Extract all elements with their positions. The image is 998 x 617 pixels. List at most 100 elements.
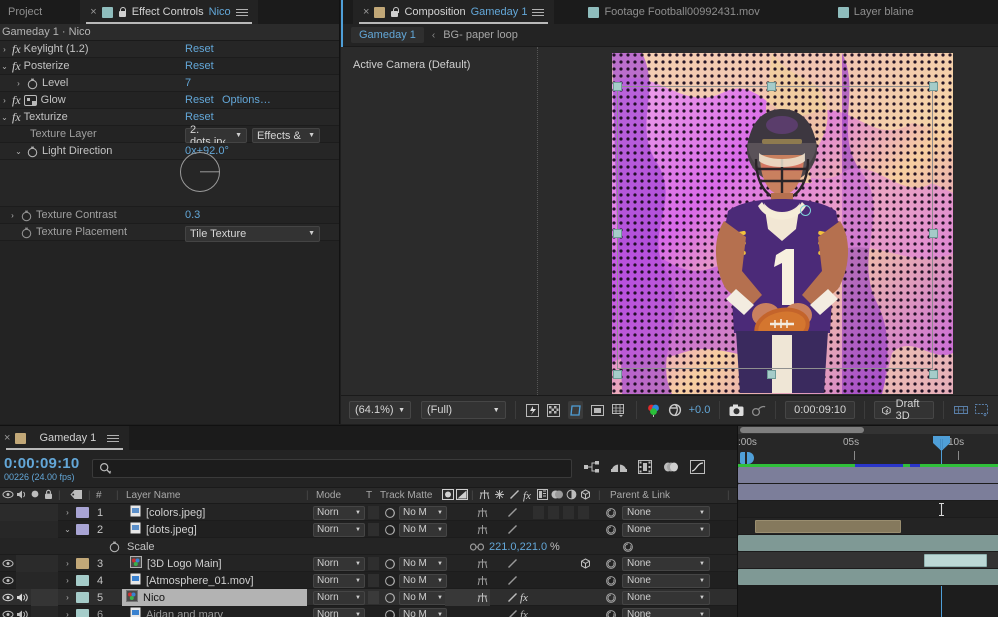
preserve-transparency-toggle[interactable]: [368, 591, 379, 604]
preserve-transparency-toggle[interactable]: [368, 523, 379, 536]
quality-toggle[interactable]: [507, 555, 518, 572]
layer-switch-boxes[interactable]: [533, 504, 599, 521]
work-area-start-marker[interactable]: [740, 452, 745, 464]
selection-handle-ml[interactable]: [613, 229, 622, 238]
anchor-point-icon[interactable]: [800, 205, 811, 216]
table-row[interactable]: › 4 [Atmosphere_01.mov] Norn▼ No M▼ None…: [0, 572, 737, 589]
track-matte-icon[interactable]: [384, 572, 396, 589]
layer-color-swatch[interactable]: [76, 558, 89, 569]
property-value-level[interactable]: 7: [185, 77, 191, 89]
breadcrumb-active-comp[interactable]: Gameday 1: [351, 27, 424, 43]
quality-toggle[interactable]: [507, 521, 518, 538]
blend-mode-dropdown[interactable]: Norn▼: [313, 506, 365, 520]
layer-switch-group[interactable]: [31, 606, 58, 617]
reset-texturize-link[interactable]: Reset: [185, 111, 214, 123]
tab-composition-gameday1[interactable]: × Composition Gameday 1: [353, 0, 554, 24]
shy-toggle[interactable]: [477, 555, 488, 572]
stopwatch-icon[interactable]: [26, 145, 39, 158]
effect-row-texturize[interactable]: ⌄ fx Texturize Reset: [0, 109, 339, 126]
layer-switch-group[interactable]: [0, 521, 58, 538]
twirl-icon[interactable]: ⌄: [63, 521, 72, 538]
layer-switch-group[interactable]: [0, 504, 58, 521]
exposure-value[interactable]: +0.0: [689, 404, 711, 416]
table-row[interactable]: › 1 [colors.jpeg] Norn▼ No M▼ None▼: [0, 504, 737, 521]
graph-editor-icon[interactable]: [690, 460, 705, 477]
adjustment-icon[interactable]: [566, 489, 577, 503]
audio-toggle[interactable]: [16, 589, 29, 606]
pick-whip-icon[interactable]: [605, 521, 617, 538]
effects-toggle[interactable]: fx: [520, 589, 528, 606]
current-time-block[interactable]: 0:00:09:10 00226 (24.00 fps): [0, 455, 92, 482]
breadcrumb-child-comp[interactable]: BG- paper loop: [443, 29, 518, 41]
property-row-scale[interactable]: Scale 221.0,221.0 %: [0, 538, 737, 555]
3d-view-layout-icon[interactable]: [953, 401, 969, 419]
track-matte-icon[interactable]: [384, 504, 396, 521]
twirl-icon[interactable]: ⌄: [0, 62, 9, 71]
stopwatch-icon[interactable]: [20, 226, 33, 239]
timeline-horizontal-scrollbar[interactable]: [738, 426, 998, 434]
stopwatch-icon[interactable]: [26, 77, 39, 90]
layer-name-cell[interactable]: [3D Logo Main]: [126, 555, 226, 572]
shy-toggle[interactable]: [477, 521, 488, 538]
draft-3d-toggle[interactable]: Draft 3D: [874, 401, 934, 419]
track-matte-dropdown[interactable]: No M▼: [399, 557, 447, 571]
selection-handle-bc[interactable]: [767, 370, 776, 379]
selection-handle-tc[interactable]: [767, 82, 776, 91]
panel-menu-icon[interactable]: [532, 7, 544, 18]
pick-whip-icon[interactable]: [605, 589, 617, 606]
region-of-interest-icon[interactable]: [974, 401, 990, 419]
draft-3d-icon[interactable]: [611, 460, 627, 477]
reset-glow-link[interactable]: Reset: [185, 94, 214, 106]
lock-icon[interactable]: [118, 7, 127, 18]
layer-name-cell[interactable]: [dots.jpeg]: [126, 521, 201, 538]
track-matte-dropdown[interactable]: No M▼: [399, 523, 447, 537]
glow-options-link[interactable]: Options…: [222, 94, 271, 106]
reset-keylight-link[interactable]: Reset: [185, 43, 214, 55]
table-row[interactable]: › 6 Aidan and mary Norn▼ No M▼ fx None▼: [0, 606, 737, 617]
time-ruler[interactable]: :00s 05s 10s: [738, 434, 998, 464]
layer-color-swatch[interactable]: [76, 524, 89, 535]
track-matte-dropdown[interactable]: No M▼: [399, 591, 447, 605]
comp-canvas[interactable]: [612, 53, 953, 394]
twirl-icon[interactable]: ⌄: [14, 147, 23, 156]
layer-bar[interactable]: [924, 554, 987, 567]
effects-toggle[interactable]: fx: [520, 606, 528, 617]
track-matte-dropdown[interactable]: No M▼: [399, 506, 447, 520]
quality-icon[interactable]: [509, 489, 520, 503]
texture-placement-dropdown[interactable]: Tile Texture ▼: [185, 226, 320, 242]
link-chain-icon[interactable]: [470, 538, 484, 555]
close-icon[interactable]: ×: [4, 433, 10, 444]
timeline-row[interactable]: [738, 535, 998, 552]
layer-switch-group[interactable]: [16, 555, 58, 572]
preserve-transparency-toggle[interactable]: [368, 557, 379, 570]
twirl-icon[interactable]: ›: [63, 572, 72, 589]
selection-handle-tl[interactable]: [613, 82, 622, 91]
parent-dropdown[interactable]: None▼: [622, 523, 710, 537]
chevron-left-icon[interactable]: ‹: [432, 30, 435, 41]
parent-dropdown[interactable]: None▼: [622, 506, 710, 520]
composition-viewer[interactable]: Active Camera (Default): [341, 47, 998, 395]
preserve-transparency-toggle[interactable]: [368, 574, 379, 587]
effect-row-posterize[interactable]: ⌄ fx Posterize Reset: [0, 58, 339, 75]
layer-name-cell[interactable]: Aidan and mary: [126, 606, 227, 617]
audio-toggle[interactable]: [16, 606, 29, 617]
shy-icon[interactable]: [479, 489, 490, 503]
layer-name-cell[interactable]: Nico: [122, 589, 307, 606]
property-value-texture-contrast[interactable]: 0.3: [185, 209, 200, 221]
layer-bar[interactable]: [738, 484, 998, 500]
selection-handle-bl[interactable]: [613, 370, 622, 379]
work-area-end-marker[interactable]: [747, 452, 754, 464]
magnification-dropdown[interactable]: (64.1%) ▼: [349, 401, 411, 419]
timeline-row[interactable]: [738, 501, 998, 518]
blend-mode-dropdown[interactable]: Norn▼: [313, 557, 365, 571]
current-time-display[interactable]: 0:00:09:10: [4, 455, 92, 472]
pick-whip-icon[interactable]: [605, 555, 617, 572]
camera-snapshot-icon[interactable]: [729, 401, 745, 419]
pick-whip-icon[interactable]: [605, 572, 617, 589]
twirl-icon[interactable]: ⌄: [0, 113, 9, 122]
timeline-row[interactable]: [738, 552, 998, 569]
toggle-title-safe-icon[interactable]: [589, 401, 605, 419]
frame-blending-icon[interactable]: [663, 460, 679, 477]
collapse-icon[interactable]: [494, 489, 505, 503]
layer-color-swatch[interactable]: [76, 507, 89, 518]
